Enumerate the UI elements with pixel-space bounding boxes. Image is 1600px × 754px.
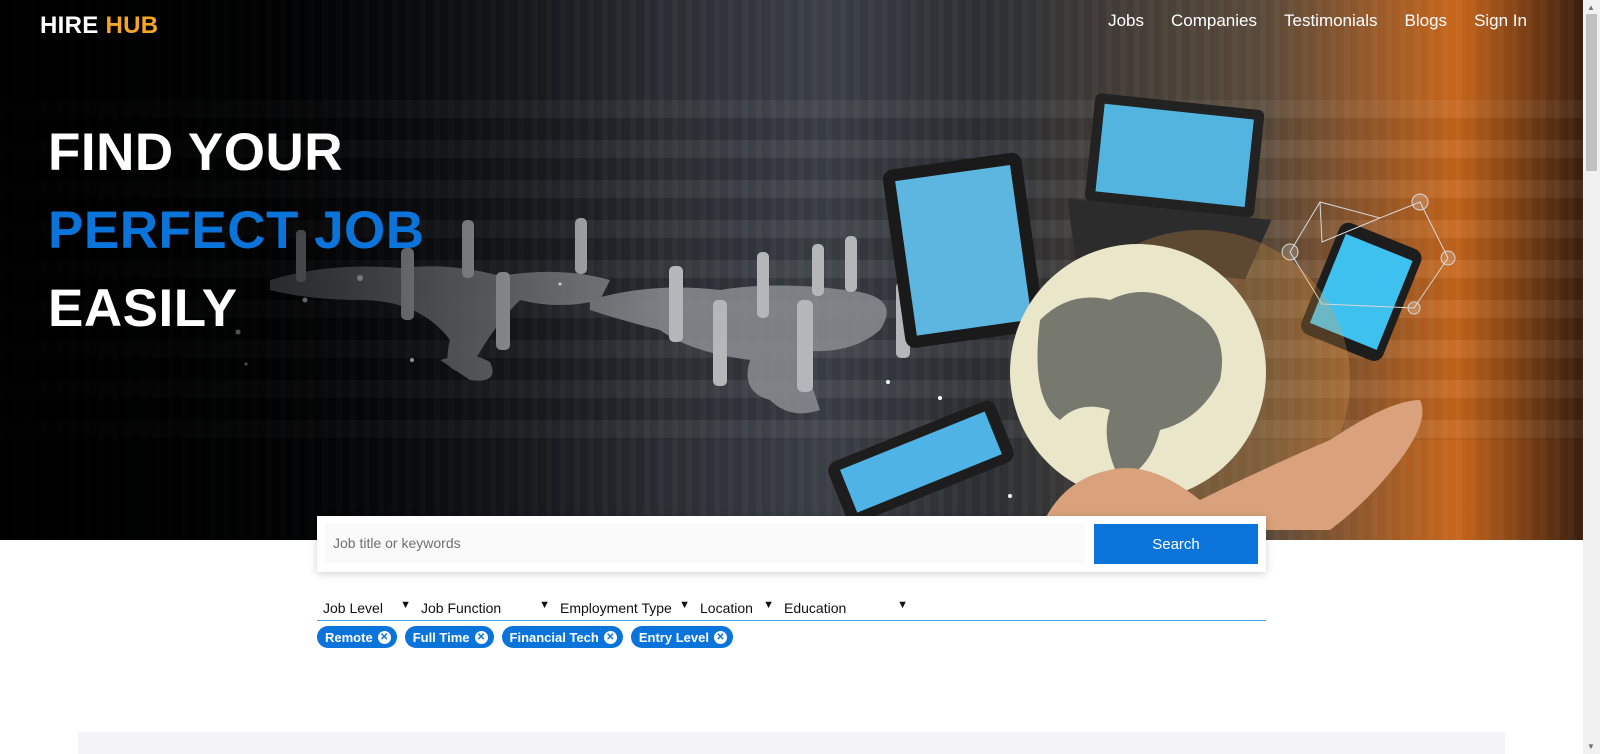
scroll-up-arrow-icon[interactable]: ▲ xyxy=(1587,3,1595,12)
brand-logo[interactable]: HIRE HUB xyxy=(40,12,158,40)
filter-education[interactable]: Education ▼ xyxy=(778,598,912,620)
chip-entry-level[interactable]: Entry Level ✕ xyxy=(630,626,733,648)
chevron-down-icon: ▼ xyxy=(539,599,550,611)
brand-accent: HUB xyxy=(105,12,159,39)
filter-job-level-label: Job Level xyxy=(323,600,383,616)
chip-financial-tech[interactable]: Financial Tech ✕ xyxy=(501,626,623,648)
filter-job-function-label: Job Function xyxy=(421,600,502,616)
scroll-down-arrow-icon[interactable]: ▼ xyxy=(1587,742,1595,751)
chevron-down-icon: ▼ xyxy=(400,599,411,611)
vertical-scrollbar[interactable]: ▲ ▼ xyxy=(1583,0,1600,754)
chevron-down-icon: ▼ xyxy=(679,599,690,611)
chip-full-time[interactable]: Full Time ✕ xyxy=(404,626,494,648)
filter-bar: Job Level ▼ Job Function ▼ Employment Ty… xyxy=(317,598,1266,621)
nav-jobs[interactable]: Jobs xyxy=(1108,11,1144,31)
content-panel xyxy=(78,732,1505,754)
chip-label: Entry Level xyxy=(638,629,709,645)
close-circle-icon[interactable]: ✕ xyxy=(474,630,488,644)
active-filter-chips: Remote ✕ Full Time ✕ Financial Tech ✕ En… xyxy=(317,626,733,648)
nav-blogs[interactable]: Blogs xyxy=(1405,11,1448,31)
headline-line-1: FIND YOUR xyxy=(48,123,344,182)
close-circle-icon[interactable]: ✕ xyxy=(377,630,391,644)
hero-headline: FIND YOUR PERFECT JOB EASILY xyxy=(48,114,425,348)
search-box: Search xyxy=(317,516,1266,572)
filter-employment-type-label: Employment Type xyxy=(560,600,672,616)
chip-remote[interactable]: Remote ✕ xyxy=(317,626,397,648)
top-navigation: Jobs Companies Testimonials Blogs Sign I… xyxy=(1108,11,1527,31)
headline-line-2: PERFECT JOB xyxy=(48,201,425,260)
filter-location-label: Location xyxy=(700,600,753,616)
close-circle-icon[interactable]: ✕ xyxy=(713,630,727,644)
filter-location[interactable]: Location ▼ xyxy=(694,598,778,620)
headline-line-3: EASILY xyxy=(48,279,238,338)
page: HIRE HUB Jobs Companies Testimonials Blo… xyxy=(0,0,1600,754)
filter-employment-type[interactable]: Employment Type ▼ xyxy=(554,598,694,620)
hero-banner: HIRE HUB Jobs Companies Testimonials Blo… xyxy=(0,0,1583,540)
brand-name: HIRE xyxy=(40,12,99,39)
search-input[interactable] xyxy=(325,523,1085,563)
chip-label: Financial Tech xyxy=(509,629,599,645)
chevron-down-icon: ▼ xyxy=(897,599,908,611)
filter-education-label: Education xyxy=(784,600,847,616)
search-button[interactable]: Search xyxy=(1094,524,1258,564)
chip-label: Remote xyxy=(325,629,373,645)
nav-testimonials[interactable]: Testimonials xyxy=(1284,11,1378,31)
chip-label: Full Time xyxy=(412,629,470,645)
filter-job-function[interactable]: Job Function ▼ xyxy=(415,598,554,620)
nav-sign-in[interactable]: Sign In xyxy=(1474,11,1527,31)
close-circle-icon[interactable]: ✕ xyxy=(603,630,617,644)
chevron-down-icon: ▼ xyxy=(763,599,774,611)
scrollbar-thumb[interactable] xyxy=(1586,14,1597,171)
filter-job-level[interactable]: Job Level ▼ xyxy=(317,598,415,620)
nav-companies[interactable]: Companies xyxy=(1171,11,1257,31)
